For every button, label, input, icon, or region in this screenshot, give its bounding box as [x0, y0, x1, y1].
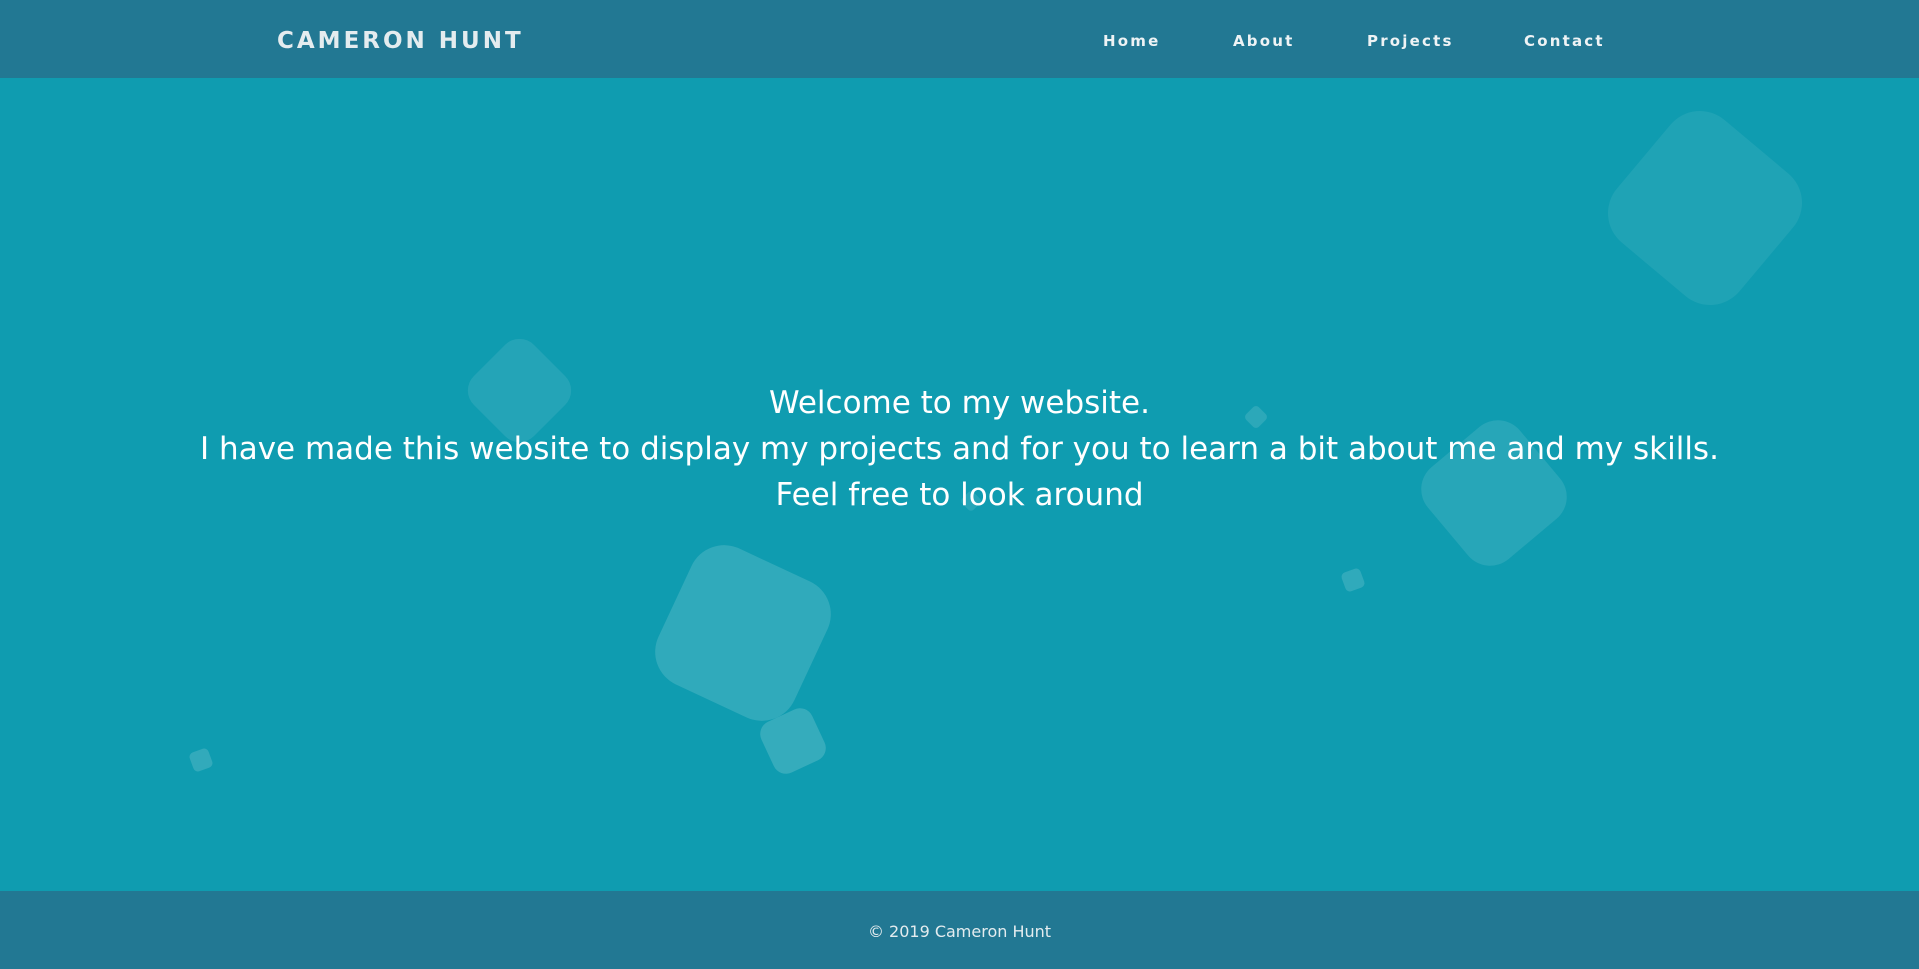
decorative-shape — [643, 533, 843, 733]
decorative-shape — [1340, 567, 1366, 593]
nav-contact-link[interactable]: Contact — [1524, 0, 1605, 82]
hero-line-welcome: Welcome to my website. — [769, 385, 1150, 421]
footer-copyright: © 2019 Cameron Hunt — [867, 922, 1052, 941]
site-footer: © 2019 Cameron Hunt — [0, 891, 1919, 969]
decorative-shape — [188, 747, 214, 773]
hero-message: Welcome to my website. I have made this … — [0, 380, 1919, 518]
hero-line-invite: Feel free to look around — [775, 477, 1144, 513]
decorative-shape — [1592, 95, 1818, 321]
nav-about-link[interactable]: About — [1233, 0, 1295, 82]
hero-line-description: I have made this website to display my p… — [200, 431, 1719, 467]
site-brand[interactable]: CAMERON HUNT — [277, 0, 524, 82]
top-navbar: CAMERON HUNT Home About Projects Contact — [0, 0, 1919, 78]
nav-projects-link[interactable]: Projects — [1367, 0, 1454, 82]
nav-home-link[interactable]: Home — [1103, 0, 1160, 82]
hero-section: Welcome to my website. I have made this … — [0, 78, 1919, 891]
